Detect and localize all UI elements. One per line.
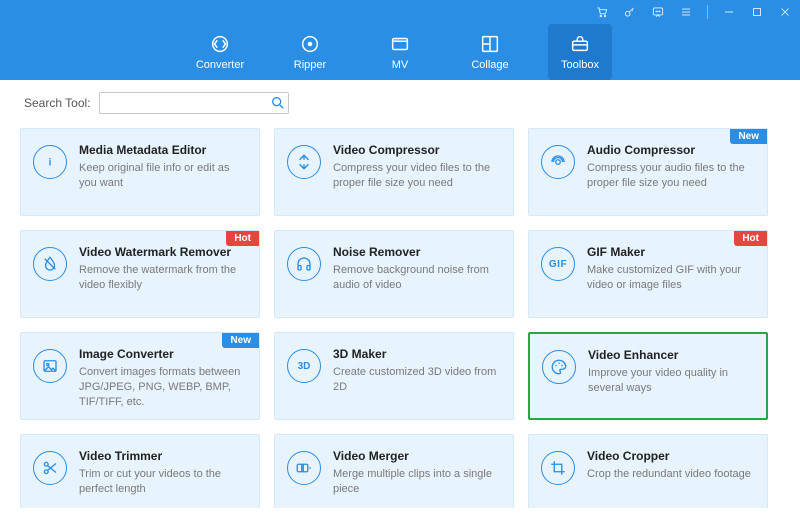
nav-tab-collage[interactable]: Collage xyxy=(458,24,522,80)
search-icon[interactable] xyxy=(270,95,286,111)
audio-compress-icon xyxy=(541,145,575,179)
3d-icon: 3D xyxy=(287,349,321,383)
tool-desc: Remove the watermark from the video flex… xyxy=(79,263,247,293)
menu-icon[interactable] xyxy=(679,5,693,19)
tool-text: Video Watermark Remover Remove the water… xyxy=(79,245,247,307)
tool-card-image-converter[interactable]: New Image Converter Convert images forma… xyxy=(20,332,260,420)
nav-tab-label: Collage xyxy=(471,59,508,71)
tool-card-video-trimmer[interactable]: Video Trimmer Trim or cut your videos to… xyxy=(20,434,260,508)
content-area: Search Tool: Media Metadata Editor Keep … xyxy=(0,80,800,517)
tool-desc: Compress your audio files to the proper … xyxy=(587,161,755,191)
tool-title: Audio Compressor xyxy=(587,143,755,157)
compress-icon xyxy=(287,145,321,179)
palette-icon xyxy=(542,350,576,384)
tool-desc: Convert images formats between JPG/JPEG,… xyxy=(79,365,247,410)
converter-icon xyxy=(209,33,231,55)
key-icon[interactable] xyxy=(623,5,637,19)
tool-text: Image Converter Convert images formats b… xyxy=(79,347,247,409)
tool-title: Video Enhancer xyxy=(588,348,754,362)
scissors-icon xyxy=(33,451,67,485)
search-label: Search Tool: xyxy=(24,96,91,110)
tool-desc: Make customized GIF with your video or i… xyxy=(587,263,755,293)
toolbox-icon xyxy=(569,33,591,55)
tool-text: Noise Remover Remove background noise fr… xyxy=(333,245,501,307)
badge-new: New xyxy=(222,333,259,348)
image-icon xyxy=(33,349,67,383)
tool-title: Video Trimmer xyxy=(79,449,247,463)
nav-tab-label: Converter xyxy=(196,59,244,71)
tool-title: Image Converter xyxy=(79,347,247,361)
nav-tab-label: MV xyxy=(392,59,409,71)
tool-desc: Trim or cut your videos to the perfect l… xyxy=(79,467,247,497)
tool-card-video-merger[interactable]: Video Merger Merge multiple clips into a… xyxy=(274,434,514,508)
search-row: Search Tool: xyxy=(24,92,780,114)
titlebar xyxy=(0,0,800,24)
tool-title: Video Cropper xyxy=(587,449,755,463)
tool-title: Media Metadata Editor xyxy=(79,143,247,157)
maximize-icon[interactable] xyxy=(750,5,764,19)
tool-card-noise-remover[interactable]: Noise Remover Remove background noise fr… xyxy=(274,230,514,318)
droplet-icon xyxy=(33,247,67,281)
search-wrap xyxy=(99,92,289,114)
cart-icon[interactable] xyxy=(595,5,609,19)
tool-card-gif-maker[interactable]: Hot GIF GIF Maker Make customized GIF wi… xyxy=(528,230,768,318)
badge-new: New xyxy=(730,129,767,144)
tool-card-video-enhancer[interactable]: Video Enhancer Improve your video qualit… xyxy=(528,332,768,420)
ripper-icon xyxy=(299,33,321,55)
tool-card-audio-compressor[interactable]: New Audio Compressor Compress your audio… xyxy=(528,128,768,216)
tool-desc: Compress your video files to the proper … xyxy=(333,161,501,191)
tool-card-video-compressor[interactable]: Video Compressor Compress your video fil… xyxy=(274,128,514,216)
close-icon[interactable] xyxy=(778,5,792,19)
tool-card-video-watermark-remover[interactable]: Hot Video Watermark Remover Remove the w… xyxy=(20,230,260,318)
main-nav: Converter Ripper MV Collage Toolbox xyxy=(0,24,800,80)
collage-icon xyxy=(479,33,501,55)
nav-tab-mv[interactable]: MV xyxy=(368,24,432,80)
badge-hot: Hot xyxy=(226,231,259,246)
tool-card-video-cropper[interactable]: Video Cropper Crop the redundant video f… xyxy=(528,434,768,508)
tool-title: 3D Maker xyxy=(333,347,501,361)
tool-text: Video Cropper Crop the redundant video f… xyxy=(587,449,755,508)
titlebar-separator xyxy=(707,5,708,19)
headphones-icon xyxy=(287,247,321,281)
tool-grid: Media Metadata Editor Keep original file… xyxy=(20,128,768,508)
nav-tab-label: Ripper xyxy=(294,59,326,71)
tool-text: Video Compressor Compress your video fil… xyxy=(333,143,501,205)
tool-text: 3D Maker Create customized 3D video from… xyxy=(333,347,501,409)
tool-desc: Create customized 3D video from 2D xyxy=(333,365,501,395)
tool-desc: Merge multiple clips into a single piece xyxy=(333,467,501,497)
tool-desc: Improve your video quality in several wa… xyxy=(588,366,754,396)
tool-text: Video Merger Merge multiple clips into a… xyxy=(333,449,501,508)
gif-icon: GIF xyxy=(541,247,575,281)
tool-text: GIF Maker Make customized GIF with your … xyxy=(587,245,755,307)
tool-title: Video Compressor xyxy=(333,143,501,157)
tool-desc: Crop the redundant video footage xyxy=(587,467,755,482)
tool-card-3d-maker[interactable]: 3D 3D Maker Create customized 3D video f… xyxy=(274,332,514,420)
tool-title: Video Merger xyxy=(333,449,501,463)
merge-icon xyxy=(287,451,321,485)
tool-text: Audio Compressor Compress your audio fil… xyxy=(587,143,755,205)
feedback-icon[interactable] xyxy=(651,5,665,19)
search-input[interactable] xyxy=(99,92,289,114)
tool-text: Video Enhancer Improve your video qualit… xyxy=(588,348,754,408)
tool-card-media-metadata-editor[interactable]: Media Metadata Editor Keep original file… xyxy=(20,128,260,216)
nav-tab-toolbox[interactable]: Toolbox xyxy=(548,24,612,80)
minimize-icon[interactable] xyxy=(722,5,736,19)
tool-text: Video Trimmer Trim or cut your videos to… xyxy=(79,449,247,508)
mv-icon xyxy=(389,33,411,55)
tool-title: Video Watermark Remover xyxy=(79,245,247,259)
tool-scroll-area[interactable]: Media Metadata Editor Keep original file… xyxy=(20,128,780,508)
tool-text: Media Metadata Editor Keep original file… xyxy=(79,143,247,205)
nav-tab-converter[interactable]: Converter xyxy=(188,24,252,80)
tool-title: Noise Remover xyxy=(333,245,501,259)
tool-desc: Remove background noise from audio of vi… xyxy=(333,263,501,293)
tool-desc: Keep original file info or edit as you w… xyxy=(79,161,247,191)
tool-title: GIF Maker xyxy=(587,245,755,259)
nav-tab-ripper[interactable]: Ripper xyxy=(278,24,342,80)
crop-icon xyxy=(541,451,575,485)
info-icon xyxy=(33,145,67,179)
badge-hot: Hot xyxy=(734,231,767,246)
nav-tab-label: Toolbox xyxy=(561,59,599,71)
